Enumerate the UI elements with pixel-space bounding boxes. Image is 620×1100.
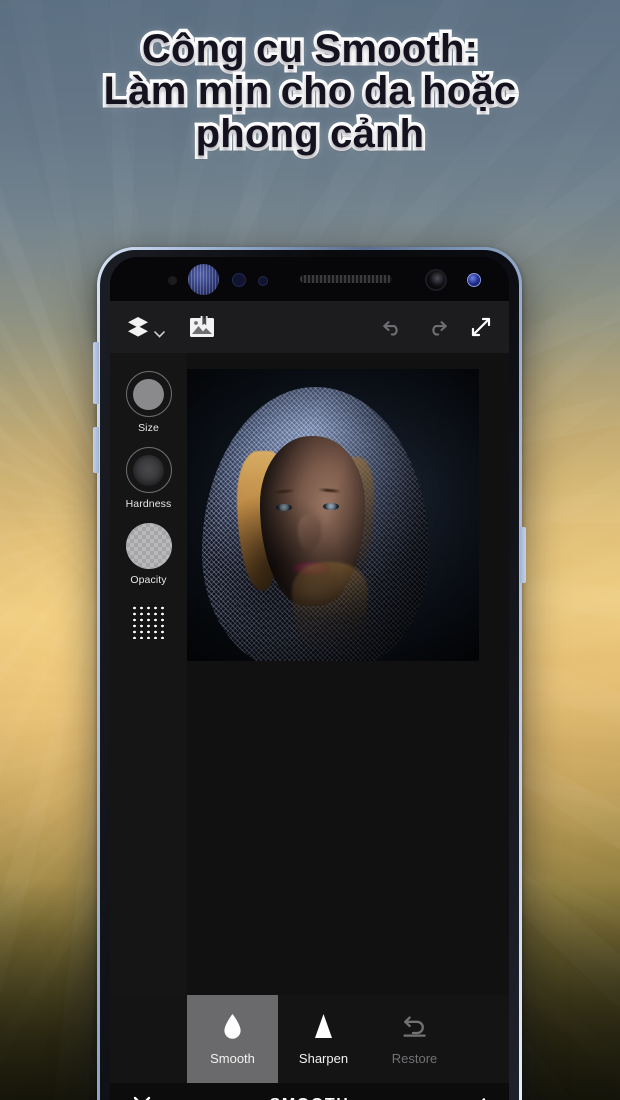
power-button[interactable] — [520, 527, 526, 583]
close-icon — [133, 1096, 151, 1100]
phone-screen: Size Hardness Opacity Smooth Sharpen Res… — [110, 257, 509, 1100]
app-top-bar — [110, 301, 509, 353]
earpiece-speaker-icon — [300, 275, 392, 283]
promo-headline: Công cụ Smooth: Làm mịn cho da hoặc phon… — [0, 24, 620, 159]
redo-icon — [432, 321, 447, 336]
tab-restore[interactable]: Restore — [369, 995, 460, 1083]
image-bookmark-icon — [190, 315, 214, 337]
redo-button[interactable] — [426, 318, 448, 336]
tab-sharpen-label: Sharpen — [298, 1051, 349, 1066]
brush-opacity-icon — [125, 523, 172, 569]
headline-line-3: phong cảnh — [192, 109, 427, 159]
headline-line-1: Công cụ Smooth: — [138, 24, 481, 74]
check-icon — [481, 1098, 486, 1100]
brush-opacity-control[interactable]: Opacity — [125, 523, 172, 586]
brush-settings-rail: Size Hardness Opacity — [110, 353, 187, 995]
fullscreen-button[interactable] — [470, 316, 492, 338]
undo-button[interactable] — [382, 318, 404, 336]
cancel-button[interactable] — [132, 1095, 152, 1100]
brush-hardness-icon — [125, 447, 172, 493]
iris-scanner-icon — [188, 264, 219, 295]
action-bar: SMOOTH — [110, 1083, 509, 1100]
brush-size-label: Size — [138, 422, 159, 434]
undo-icon — [383, 321, 398, 336]
phone-mockup: Size Hardness Opacity Smooth Sharpen Res… — [93, 247, 526, 1100]
phone-sensor-bar — [110, 257, 509, 301]
front-camera-icon — [425, 269, 447, 291]
brush-hardness-label: Hardness — [125, 498, 172, 510]
status-led-icon — [467, 273, 481, 287]
image-library-button[interactable] — [189, 315, 215, 339]
droplet-icon — [224, 1014, 241, 1039]
layers-button[interactable] — [127, 316, 165, 338]
brush-opacity-label: Opacity — [130, 574, 167, 586]
triangle-icon — [315, 1014, 332, 1038]
action-bar-title: SMOOTH — [110, 1096, 509, 1100]
brush-size-icon — [125, 371, 172, 417]
volume-up-button[interactable] — [93, 342, 99, 404]
headline-line-2: Làm mịn cho da hoặc — [100, 66, 520, 116]
brush-hardness-control[interactable]: Hardness — [125, 447, 172, 510]
app-canvas-area: Size Hardness Opacity — [110, 353, 509, 995]
volume-down-button[interactable] — [93, 427, 99, 473]
sensor-small-2-icon — [258, 276, 268, 286]
tab-smooth[interactable]: Smooth — [187, 995, 278, 1083]
tool-tabs: Smooth Sharpen Restore — [110, 995, 509, 1083]
chevron-down-icon — [154, 331, 165, 338]
photo-canvas[interactable] — [187, 369, 479, 661]
dot-grid-pattern-icon[interactable] — [130, 605, 167, 639]
photo-vignette — [187, 369, 479, 661]
tab-sharpen[interactable]: Sharpen — [278, 995, 369, 1083]
restore-undo-icon — [402, 1016, 426, 1037]
sensor-small-1-icon — [232, 273, 246, 287]
tab-restore-label: Restore — [391, 1051, 438, 1066]
layers-icon — [128, 317, 148, 337]
expand-arrows-icon — [471, 317, 491, 337]
proximity-dot-icon — [168, 276, 177, 285]
brush-size-control[interactable]: Size — [125, 371, 172, 434]
tab-smooth-label: Smooth — [210, 1051, 255, 1066]
confirm-button[interactable] — [465, 1095, 487, 1100]
